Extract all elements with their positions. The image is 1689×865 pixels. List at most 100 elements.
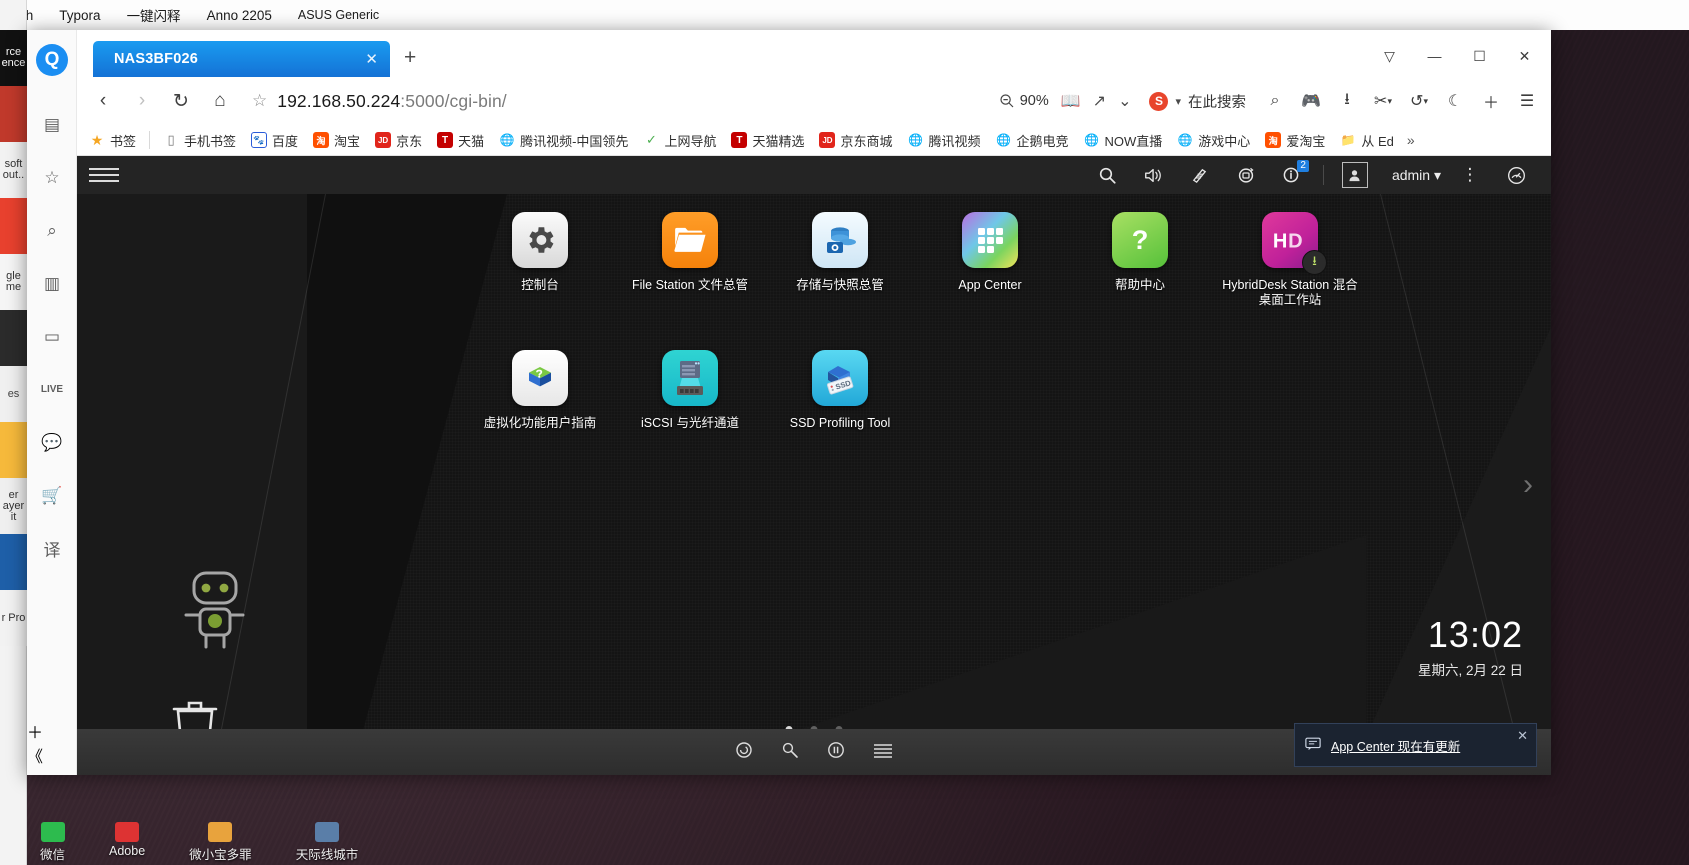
rail-item[interactable]: er ayer it — [0, 478, 27, 534]
bookmark-item[interactable]: 🌐游戏中心 — [1171, 129, 1256, 152]
bookmark-star-icon[interactable]: ☆ — [246, 91, 267, 111]
rail-item[interactable]: soft out.. — [0, 142, 27, 198]
bookmark-item[interactable]: 🌐腾讯视频-中国领先 — [493, 129, 634, 152]
os-taskbar-item[interactable]: 微小宝多罪 — [189, 822, 252, 863]
live-icon[interactable]: LIVE — [27, 363, 77, 416]
avatar[interactable] — [1332, 156, 1378, 194]
rail-item[interactable]: r Pro — [0, 590, 27, 646]
os-top-item[interactable]: Typora — [59, 8, 100, 23]
rail-item[interactable]: rce ence — [0, 30, 27, 86]
menu-icon[interactable]: ☰ — [1511, 85, 1543, 117]
desktop-icon-file-station[interactable]: File Station 文件总管 — [615, 212, 765, 308]
bookmark-item[interactable]: 🐾百度 — [245, 129, 304, 152]
bookmark-item[interactable]: ✓上网导航 — [637, 129, 722, 152]
os-top-item[interactable]: ASUS Generic — [298, 9, 379, 22]
rail-item[interactable]: es — [0, 366, 27, 422]
rail-item[interactable] — [0, 310, 27, 366]
os-top-item[interactable]: Anno 2205 — [207, 8, 272, 23]
minimize-button[interactable]: — — [1412, 41, 1457, 71]
immersive-reader-icon[interactable]: 📖 — [1061, 91, 1081, 111]
bookmark-item[interactable]: 淘爱淘宝 — [1259, 129, 1331, 152]
bookmark-item[interactable]: 淘淘宝 — [307, 129, 366, 152]
video-icon[interactable]: ▭ — [27, 310, 77, 363]
bookmarks-overflow-icon[interactable]: » — [1403, 132, 1419, 148]
user-menu[interactable]: admin ▾ — [1392, 167, 1441, 184]
os-taskbar-item[interactable]: Adobe — [109, 822, 145, 863]
home-button[interactable]: ⌂ — [202, 83, 238, 119]
pause-icon[interactable] — [826, 740, 846, 765]
desktop-icon-iscsi-fibre-channel[interactable]: iSCSI 与光纤通道 — [615, 350, 765, 431]
hamburger-icon[interactable] — [89, 168, 119, 182]
qsync-icon[interactable] — [734, 740, 754, 765]
bookmark-item[interactable]: ▯手机书签 — [157, 129, 242, 152]
rail-item[interactable] — [0, 198, 27, 254]
bookmark-item[interactable]: JD京东商城 — [813, 129, 898, 152]
desktop-icon-virtualization-guide[interactable]: 虚拟化功能用户指南 — [465, 350, 615, 431]
desktop-icon-help-center[interactable]: ? 帮助中心 — [1065, 212, 1215, 308]
desktop-icon-hybriddesk-station[interactable]: HD ⭳ HybridDesk Station 混合桌面工作站 — [1215, 212, 1365, 308]
bookmark-item[interactable]: 🌐企鹅电竞 — [990, 129, 1075, 152]
desktop-icon-ssd-profiling-tool[interactable]: SSD SSD Profiling Tool — [765, 350, 915, 431]
bookmark-item[interactable]: ★书签 — [83, 129, 142, 152]
search-icon[interactable]: ⌕ — [1259, 85, 1291, 117]
bookmark-item[interactable]: 📁从 Ed — [1334, 129, 1400, 152]
toast-message[interactable]: App Center 现在有更新 — [1331, 736, 1460, 755]
volume-icon[interactable] — [1131, 156, 1177, 194]
search-icon[interactable] — [1085, 156, 1131, 194]
moon-icon[interactable]: ☾ — [1439, 85, 1471, 117]
toast-close-icon[interactable]: ✕ — [1517, 728, 1528, 744]
rail-item[interactable] — [0, 534, 27, 590]
rail-item[interactable]: gle me — [0, 254, 27, 310]
zoom-indicator[interactable]: 90% — [999, 93, 1049, 109]
dashboard-icon[interactable] — [1493, 156, 1539, 194]
reload-button[interactable]: ↻ — [163, 83, 199, 119]
notification-toast[interactable]: App Center 现在有更新 ✕ — [1294, 723, 1537, 767]
desktop-icon-storage-snapshots[interactable]: 存储与快照总管 — [765, 212, 915, 308]
search-icon[interactable]: ⌕ — [27, 204, 77, 257]
address-bar[interactable]: ☆ 192.168.50.224:5000/cgi-bin/ 90% 📖 ↗ ⌄… — [246, 83, 1256, 119]
plus-icon[interactable]: ＋ — [1475, 85, 1507, 117]
news-icon[interactable]: ▤ — [27, 98, 77, 151]
os-taskbar-item[interactable]: 微信 — [40, 822, 65, 863]
reading-book-icon[interactable]: ▥ — [27, 257, 77, 310]
cart-icon[interactable]: 🛒 — [27, 469, 77, 522]
favorites-star-icon[interactable]: ☆ — [27, 151, 77, 204]
undo-icon[interactable]: ↺▾ — [1403, 85, 1435, 117]
close-window-button[interactable]: ✕ — [1502, 41, 1547, 71]
chevron-down-icon[interactable]: ▾ — [1175, 95, 1181, 108]
download-icon[interactable]: ⭳ — [1331, 85, 1363, 117]
new-tab-button[interactable]: + — [404, 46, 416, 70]
add-panel-icon[interactable]: ＋ — [27, 719, 77, 743]
next-page-arrow-icon[interactable]: › — [1523, 468, 1533, 502]
bookmark-item[interactable]: 🌐NOW直播 — [1078, 129, 1169, 152]
bookmark-item[interactable]: T天猫 — [431, 129, 490, 152]
bookmark-item[interactable]: T天猫精选 — [725, 129, 810, 152]
list-icon[interactable] — [872, 741, 894, 764]
browser-tab[interactable]: globe-icon NAS3BF026 ✕ — [93, 41, 390, 77]
desktop-icon-control-panel[interactable]: 控制台 — [465, 212, 615, 308]
tab-close-icon[interactable]: ✕ — [361, 50, 382, 68]
info-icon[interactable]: 2 — [1269, 156, 1315, 194]
rail-item[interactable] — [0, 86, 27, 142]
translate-icon[interactable]: 译 — [27, 522, 77, 575]
resource-monitor-icon[interactable] — [1223, 156, 1269, 194]
desktop-icon-app-center[interactable]: App Center — [915, 212, 1065, 308]
chevron-down-icon[interactable]: ⌄ — [1118, 91, 1131, 111]
bookmark-item[interactable]: 🌐腾讯视频 — [901, 129, 986, 152]
more-options-icon[interactable]: ⋮ — [1447, 156, 1493, 194]
bookmark-item[interactable]: JD京东 — [369, 129, 428, 152]
back-button[interactable]: ‹ — [85, 83, 121, 119]
rail-item[interactable] — [0, 422, 27, 478]
collections-icon[interactable]: ▽ — [1367, 41, 1412, 71]
forward-button[interactable]: › — [124, 83, 160, 119]
os-top-item[interactable]: 一键闪释 — [127, 5, 181, 25]
scissors-icon[interactable]: ✂▾ — [1367, 85, 1399, 117]
game-icon[interactable]: 🎮 — [1295, 85, 1327, 117]
chat-icon[interactable]: 💬 — [27, 416, 77, 469]
search-box[interactable]: S ▾ 在此搜索 — [1143, 91, 1252, 112]
os-taskbar-item[interactable]: 天际线城市 — [296, 822, 359, 863]
share-icon[interactable]: ↗ — [1093, 91, 1106, 111]
settings-icon[interactable] — [780, 740, 800, 765]
collapse-panel-icon[interactable]: 《 — [27, 743, 77, 767]
background-task-icon[interactable] — [1177, 156, 1223, 194]
